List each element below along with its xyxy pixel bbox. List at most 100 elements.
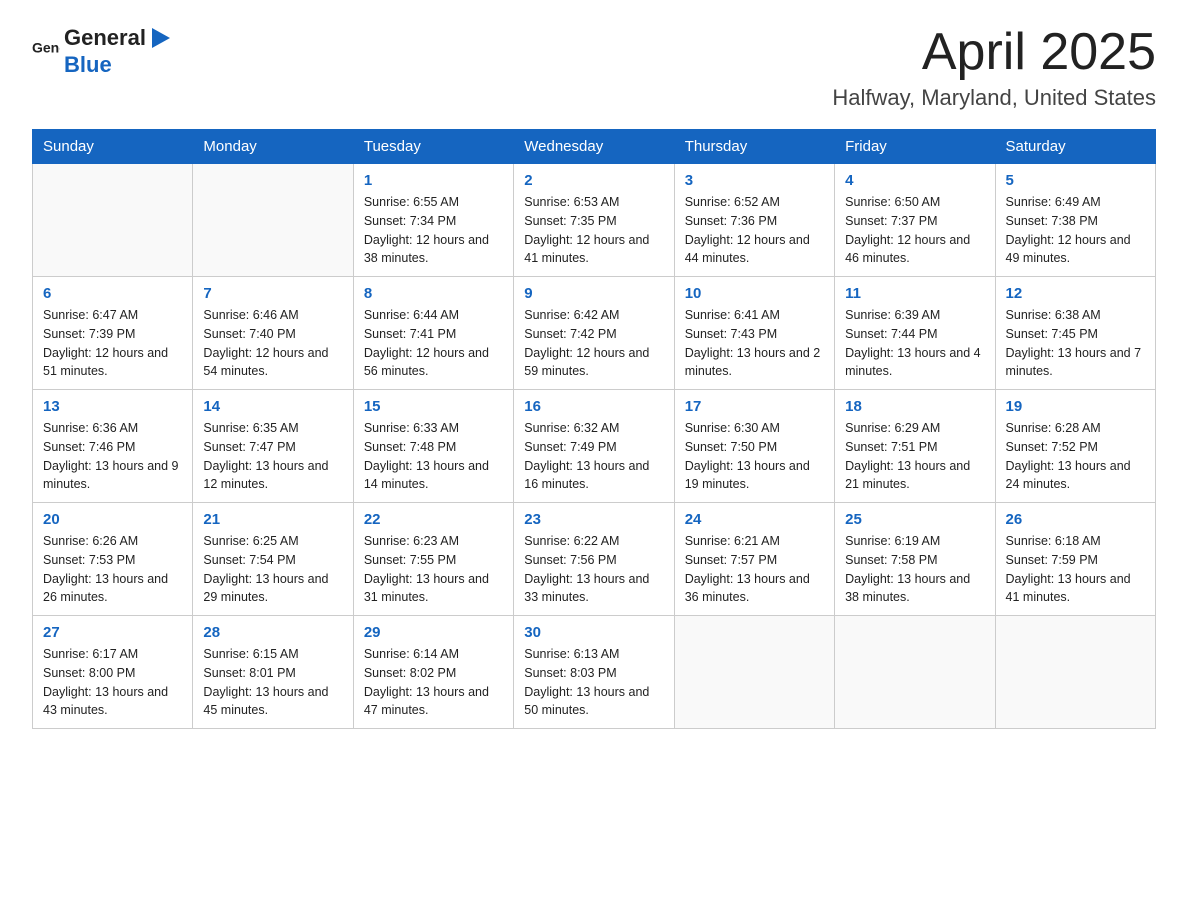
calendar-cell: 8Sunrise: 6:44 AMSunset: 7:41 PMDaylight… bbox=[353, 277, 513, 390]
day-info: Sunrise: 6:33 AMSunset: 7:48 PMDaylight:… bbox=[364, 419, 503, 494]
day-info: Sunrise: 6:25 AMSunset: 7:54 PMDaylight:… bbox=[203, 532, 342, 607]
day-info: Sunrise: 6:23 AMSunset: 7:55 PMDaylight:… bbox=[364, 532, 503, 607]
day-info: Sunrise: 6:42 AMSunset: 7:42 PMDaylight:… bbox=[524, 306, 663, 381]
day-number: 26 bbox=[1006, 511, 1145, 528]
day-info: Sunrise: 6:52 AMSunset: 7:36 PMDaylight:… bbox=[685, 193, 824, 268]
logo-general-text: General bbox=[64, 25, 146, 51]
day-info: Sunrise: 6:46 AMSunset: 7:40 PMDaylight:… bbox=[203, 306, 342, 381]
day-number: 25 bbox=[845, 511, 984, 528]
day-number: 1 bbox=[364, 172, 503, 189]
title-area: April 2025 Halfway, Maryland, United Sta… bbox=[832, 24, 1156, 111]
day-number: 21 bbox=[203, 511, 342, 528]
day-number: 13 bbox=[43, 398, 182, 415]
weekday-header-friday: Friday bbox=[835, 130, 995, 164]
day-info: Sunrise: 6:18 AMSunset: 7:59 PMDaylight:… bbox=[1006, 532, 1145, 607]
day-info: Sunrise: 6:36 AMSunset: 7:46 PMDaylight:… bbox=[43, 419, 182, 494]
calendar-cell: 14Sunrise: 6:35 AMSunset: 7:47 PMDayligh… bbox=[193, 390, 353, 503]
calendar-cell: 7 Sunrise: 6:46 AMSunset: 7:40 PMDaylight… bbox=[193, 277, 353, 390]
page-header: General General Blue April 2025 Halfway,… bbox=[32, 24, 1156, 111]
day-info: Sunrise: 6:41 AMSunset: 7:43 PMDaylight:… bbox=[685, 306, 824, 381]
day-number: 24 bbox=[685, 511, 824, 528]
calendar-cell: 22 Sunrise: 6:23 AMSunset: 7:55 PMDayligh… bbox=[353, 503, 513, 616]
svg-text:General: General bbox=[32, 40, 60, 56]
calendar-cell bbox=[835, 616, 995, 729]
calendar-cell: 3 Sunrise: 6:52 AMSunset: 7:36 PMDaylight… bbox=[674, 164, 834, 277]
calendar-cell bbox=[995, 616, 1155, 729]
day-number: 14 bbox=[203, 398, 342, 415]
calendar-cell: 10 Sunrise: 6:41 AMSunset: 7:43 PMDayligh… bbox=[674, 277, 834, 390]
day-number: 23 bbox=[524, 511, 663, 528]
calendar-cell: 25 Sunrise: 6:19 AMSunset: 7:58 PMDayligh… bbox=[835, 503, 995, 616]
day-number: 6 bbox=[43, 285, 182, 302]
day-number: 30 bbox=[524, 624, 663, 641]
day-number: 8 bbox=[364, 285, 503, 302]
day-number: 22 bbox=[364, 511, 503, 528]
calendar-table: SundayMondayTuesdayWednesdayThursdayFrid… bbox=[32, 129, 1156, 729]
day-number: 5 bbox=[1006, 172, 1145, 189]
month-title: April 2025 bbox=[832, 24, 1156, 81]
day-number: 28 bbox=[203, 624, 342, 641]
calendar-cell: 30 Sunrise: 6:13 AMSunset: 8:03 PMDayligh… bbox=[514, 616, 674, 729]
day-info: Sunrise: 6:47 AMSunset: 7:39 PMDaylight:… bbox=[43, 306, 182, 381]
week-row-5: 27Sunrise: 6:17 AMSunset: 8:00 PMDayligh… bbox=[33, 616, 1156, 729]
day-info: Sunrise: 6:55 AMSunset: 7:34 PMDaylight:… bbox=[364, 193, 503, 268]
day-number: 19 bbox=[1006, 398, 1145, 415]
day-number: 15 bbox=[364, 398, 503, 415]
day-info: Sunrise: 6:22 AMSunset: 7:56 PMDaylight:… bbox=[524, 532, 663, 607]
day-info: Sunrise: 6:50 AMSunset: 7:37 PMDaylight:… bbox=[845, 193, 984, 268]
weekday-header-saturday: Saturday bbox=[995, 130, 1155, 164]
calendar-cell: 12 Sunrise: 6:38 AMSunset: 7:45 PMDayligh… bbox=[995, 277, 1155, 390]
calendar-cell: 26 Sunrise: 6:18 AMSunset: 7:59 PMDayligh… bbox=[995, 503, 1155, 616]
logo-blue-text: Blue bbox=[64, 52, 112, 77]
day-info: Sunrise: 6:21 AMSunset: 7:57 PMDaylight:… bbox=[685, 532, 824, 607]
calendar-cell: 15 Sunrise: 6:33 AMSunset: 7:48 PMDayligh… bbox=[353, 390, 513, 503]
day-number: 29 bbox=[364, 624, 503, 641]
weekday-header-tuesday: Tuesday bbox=[353, 130, 513, 164]
day-number: 7 bbox=[203, 285, 342, 302]
logo: General General Blue bbox=[32, 24, 172, 78]
day-number: 10 bbox=[685, 285, 824, 302]
day-info: Sunrise: 6:14 AMSunset: 8:02 PMDaylight:… bbox=[364, 645, 503, 720]
calendar-cell: 23 Sunrise: 6:22 AMSunset: 7:56 PMDayligh… bbox=[514, 503, 674, 616]
day-number: 16 bbox=[524, 398, 663, 415]
calendar-cell bbox=[33, 164, 193, 277]
weekday-header-wednesday: Wednesday bbox=[514, 130, 674, 164]
day-number: 3 bbox=[685, 172, 824, 189]
day-info: Sunrise: 6:32 AMSunset: 7:49 PMDaylight:… bbox=[524, 419, 663, 494]
calendar-cell: 29 Sunrise: 6:14 AMSunset: 8:02 PMDayligh… bbox=[353, 616, 513, 729]
week-row-2: 6 Sunrise: 6:47 AMSunset: 7:39 PMDaylight… bbox=[33, 277, 1156, 390]
day-info: Sunrise: 6:28 AMSunset: 7:52 PMDaylight:… bbox=[1006, 419, 1145, 494]
calendar-cell: 24 Sunrise: 6:21 AMSunset: 7:57 PMDayligh… bbox=[674, 503, 834, 616]
day-info: Sunrise: 6:49 AMSunset: 7:38 PMDaylight:… bbox=[1006, 193, 1145, 268]
day-number: 27 bbox=[43, 624, 182, 641]
day-info: Sunrise: 6:15 AMSunset: 8:01 PMDaylight:… bbox=[203, 645, 342, 720]
calendar-cell: 2Sunrise: 6:53 AMSunset: 7:35 PMDaylight… bbox=[514, 164, 674, 277]
calendar-cell: 27Sunrise: 6:17 AMSunset: 8:00 PMDayligh… bbox=[33, 616, 193, 729]
day-info: Sunrise: 6:38 AMSunset: 7:45 PMDaylight:… bbox=[1006, 306, 1145, 381]
logo-icon: General bbox=[32, 37, 60, 65]
day-info: Sunrise: 6:26 AMSunset: 7:53 PMDaylight:… bbox=[43, 532, 182, 607]
day-number: 20 bbox=[43, 511, 182, 528]
day-number: 18 bbox=[845, 398, 984, 415]
day-info: Sunrise: 6:13 AMSunset: 8:03 PMDaylight:… bbox=[524, 645, 663, 720]
logo-triangle-icon bbox=[148, 24, 170, 52]
week-row-4: 20 Sunrise: 6:26 AMSunset: 7:53 PMDayligh… bbox=[33, 503, 1156, 616]
day-info: Sunrise: 6:19 AMSunset: 7:58 PMDaylight:… bbox=[845, 532, 984, 607]
weekday-header-monday: Monday bbox=[193, 130, 353, 164]
calendar-cell: 28 Sunrise: 6:15 AMSunset: 8:01 PMDayligh… bbox=[193, 616, 353, 729]
location-subtitle: Halfway, Maryland, United States bbox=[832, 85, 1156, 111]
calendar-cell bbox=[193, 164, 353, 277]
day-info: Sunrise: 6:29 AMSunset: 7:51 PMDaylight:… bbox=[845, 419, 984, 494]
calendar-cell: 9Sunrise: 6:42 AMSunset: 7:42 PMDaylight… bbox=[514, 277, 674, 390]
calendar-cell: 21 Sunrise: 6:25 AMSunset: 7:54 PMDayligh… bbox=[193, 503, 353, 616]
calendar-cell bbox=[674, 616, 834, 729]
calendar-cell: 19 Sunrise: 6:28 AMSunset: 7:52 PMDayligh… bbox=[995, 390, 1155, 503]
day-info: Sunrise: 6:53 AMSunset: 7:35 PMDaylight:… bbox=[524, 193, 663, 268]
day-number: 17 bbox=[685, 398, 824, 415]
weekday-header-row: SundayMondayTuesdayWednesdayThursdayFrid… bbox=[33, 130, 1156, 164]
calendar-cell: 1 Sunrise: 6:55 AMSunset: 7:34 PMDaylight… bbox=[353, 164, 513, 277]
day-number: 12 bbox=[1006, 285, 1145, 302]
weekday-header-thursday: Thursday bbox=[674, 130, 834, 164]
calendar-cell: 17 Sunrise: 6:30 AMSunset: 7:50 PMDayligh… bbox=[674, 390, 834, 503]
day-info: Sunrise: 6:30 AMSunset: 7:50 PMDaylight:… bbox=[685, 419, 824, 494]
